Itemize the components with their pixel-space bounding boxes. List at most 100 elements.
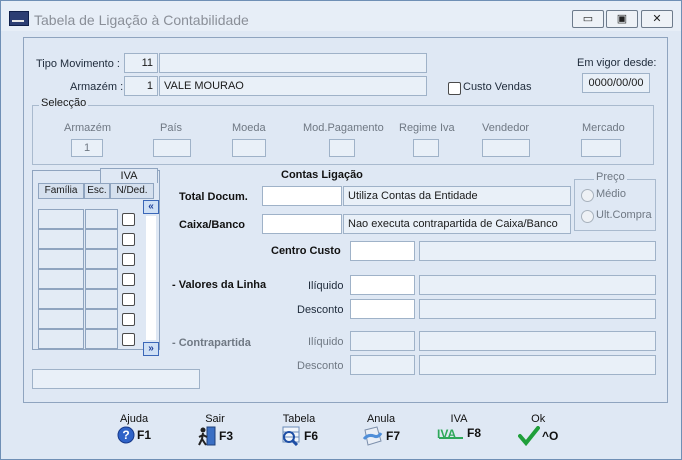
iva-nded-checkbox[interactable] bbox=[122, 333, 135, 346]
preco-ult-compra-radio[interactable] bbox=[581, 210, 594, 223]
cancel-label: Anula bbox=[366, 413, 396, 425]
table-key: F6 bbox=[304, 429, 319, 443]
contrapartida-iliquido-field[interactable] bbox=[350, 331, 415, 351]
iva-nded-checkbox[interactable] bbox=[122, 293, 135, 306]
iva-nded-checkbox[interactable] bbox=[122, 213, 135, 226]
seleccao-moeda-label: Moeda bbox=[232, 122, 266, 134]
seleccao-armazem-field[interactable]: 1 bbox=[71, 139, 103, 157]
iva-esc-cell[interactable] bbox=[85, 249, 118, 269]
total-docum-field[interactable] bbox=[262, 186, 342, 206]
caixa-banco-label: Caixa/Banco bbox=[179, 219, 246, 231]
iva-esc-cell[interactable] bbox=[85, 209, 118, 229]
title-bar: Tabela de Ligação à Contabilidade ▭ ▣ ✕ bbox=[1, 1, 681, 31]
help-icon: ? bbox=[117, 426, 135, 444]
iva-esc-cell[interactable] bbox=[85, 269, 118, 289]
preco-medio-radio[interactable] bbox=[581, 189, 594, 202]
seleccao-regime-iva-field[interactable] bbox=[413, 139, 439, 157]
ok-key: ^O bbox=[542, 429, 559, 443]
table-search-icon bbox=[282, 426, 300, 446]
seleccao-mercado-field[interactable] bbox=[581, 139, 621, 157]
app-logo-icon bbox=[9, 11, 29, 26]
tipo-movimento-desc-field bbox=[159, 53, 427, 73]
tipo-movimento-label: Tipo Movimento : bbox=[36, 58, 120, 70]
form-panel: Tipo Movimento : 11 Armazém : 1 VALE MOU… bbox=[23, 37, 668, 403]
cancel-icon bbox=[362, 426, 383, 446]
seleccao-mod-pagamento-label: Mod.Pagamento bbox=[303, 122, 384, 134]
seleccao-mod-pagamento-field[interactable] bbox=[329, 139, 355, 157]
custo-vendas-label: Custo Vendas bbox=[463, 81, 532, 93]
cancel-key: F7 bbox=[386, 429, 401, 443]
table-f6-button[interactable]: Tabela F6 bbox=[280, 413, 318, 446]
iva-bottom-field[interactable] bbox=[32, 369, 200, 389]
restore-button[interactable]: ▣ bbox=[606, 10, 638, 28]
custo-vendas-checkbox[interactable] bbox=[448, 82, 461, 95]
exit-icon bbox=[198, 426, 216, 446]
iva-familia-cell[interactable] bbox=[38, 289, 84, 309]
valores-linha-label: - Valores da Linha bbox=[172, 279, 267, 291]
contrapartida-desconto-label: Desconto bbox=[297, 360, 344, 372]
caixa-banco-field[interactable] bbox=[262, 214, 342, 234]
centro-custo-label: Centro Custo bbox=[271, 245, 341, 257]
iva-esc-cell[interactable] bbox=[85, 289, 118, 309]
iva-esc-cell[interactable] bbox=[85, 309, 118, 329]
centro-custo-desc bbox=[419, 241, 656, 261]
iva-familia-cell[interactable] bbox=[38, 269, 84, 289]
seleccao-vendedor-field[interactable] bbox=[482, 139, 530, 157]
iva-tab[interactable]: IVA bbox=[100, 168, 158, 183]
ok-button[interactable]: Ok ^O bbox=[518, 413, 558, 446]
iva-scrollbar-track[interactable] bbox=[146, 216, 156, 340]
em-vigor-date-field[interactable]: 0000/00/00 bbox=[582, 73, 650, 93]
contrapartida-desconto-field[interactable] bbox=[350, 355, 415, 375]
minimize-button[interactable]: ▭ bbox=[572, 10, 604, 28]
exit-label: Sair bbox=[205, 413, 225, 425]
valores-desconto-label: Desconto bbox=[297, 304, 344, 316]
ok-check-icon bbox=[518, 426, 540, 446]
iva-esc-cell[interactable] bbox=[85, 329, 118, 349]
iva-esc-cell[interactable] bbox=[85, 229, 118, 249]
iva-familia-cell[interactable] bbox=[38, 329, 84, 349]
valores-iliquido-field[interactable] bbox=[350, 275, 415, 295]
caixa-banco-desc: Nao executa contrapartida de Caixa/Banco bbox=[343, 214, 571, 234]
contrapartida-label: - Contrapartida bbox=[172, 337, 251, 349]
scroll-up-icon[interactable]: « bbox=[143, 200, 159, 214]
valores-iliquido-label: Ilíquido bbox=[308, 280, 344, 292]
total-docum-label: Total Docum. bbox=[179, 191, 248, 203]
em-vigor-label: Em vigor desde: bbox=[577, 57, 657, 69]
cancel-f7-button[interactable]: Anula F7 bbox=[362, 413, 400, 446]
seleccao-armazem-label: Armazém bbox=[64, 122, 112, 134]
seleccao-pais-field[interactable] bbox=[153, 139, 191, 157]
contrapartida-desconto-desc bbox=[419, 355, 656, 375]
seleccao-regime-iva-label: Regime Iva bbox=[399, 122, 455, 134]
seleccao-title: Selecção bbox=[39, 97, 89, 109]
tipo-movimento-code-field[interactable]: 11 bbox=[124, 53, 158, 73]
scroll-down-icon[interactable]: » bbox=[143, 342, 159, 356]
valores-iliquido-desc bbox=[419, 275, 656, 295]
iva-familia-cell[interactable] bbox=[38, 309, 84, 329]
iva-f8-button[interactable]: IVA IVA F8 bbox=[437, 413, 481, 440]
centro-custo-field[interactable] bbox=[350, 241, 415, 261]
contrapartida-iliquido-label: Ilíquido bbox=[308, 336, 344, 348]
armazem-code-field[interactable]: 1 bbox=[124, 76, 158, 96]
main-window: Tabela de Ligação à Contabilidade ▭ ▣ ✕ … bbox=[0, 0, 682, 460]
armazem-desc-field: VALE MOURAO bbox=[159, 76, 427, 96]
iva-familia-cell[interactable] bbox=[38, 229, 84, 249]
help-f1-button[interactable]: Ajuda ? F1 bbox=[117, 413, 151, 444]
seleccao-vendedor-label: Vendedor bbox=[482, 122, 530, 134]
svg-text:?: ? bbox=[122, 428, 129, 442]
iva-nded-checkbox[interactable] bbox=[122, 233, 135, 246]
exit-key: F3 bbox=[219, 429, 234, 443]
preco-ult-compra-label: Ult.Compra bbox=[596, 209, 652, 221]
ok-label: Ok bbox=[531, 413, 546, 425]
iva-nded-checkbox[interactable] bbox=[122, 313, 135, 326]
iva-nded-checkbox[interactable] bbox=[122, 253, 135, 266]
iva-nded-checkbox[interactable] bbox=[122, 273, 135, 286]
valores-desconto-field[interactable] bbox=[350, 299, 415, 319]
preco-medio-label: Médio bbox=[596, 188, 626, 200]
contrapartida-iliquido-desc bbox=[419, 331, 656, 351]
close-button[interactable]: ✕ bbox=[641, 10, 673, 28]
exit-f3-button[interactable]: Sair F3 bbox=[197, 413, 233, 446]
iva-familia-cell[interactable] bbox=[38, 209, 84, 229]
seleccao-moeda-field[interactable] bbox=[232, 139, 266, 157]
seleccao-mercado-label: Mercado bbox=[582, 122, 625, 134]
iva-familia-cell[interactable] bbox=[38, 249, 84, 269]
